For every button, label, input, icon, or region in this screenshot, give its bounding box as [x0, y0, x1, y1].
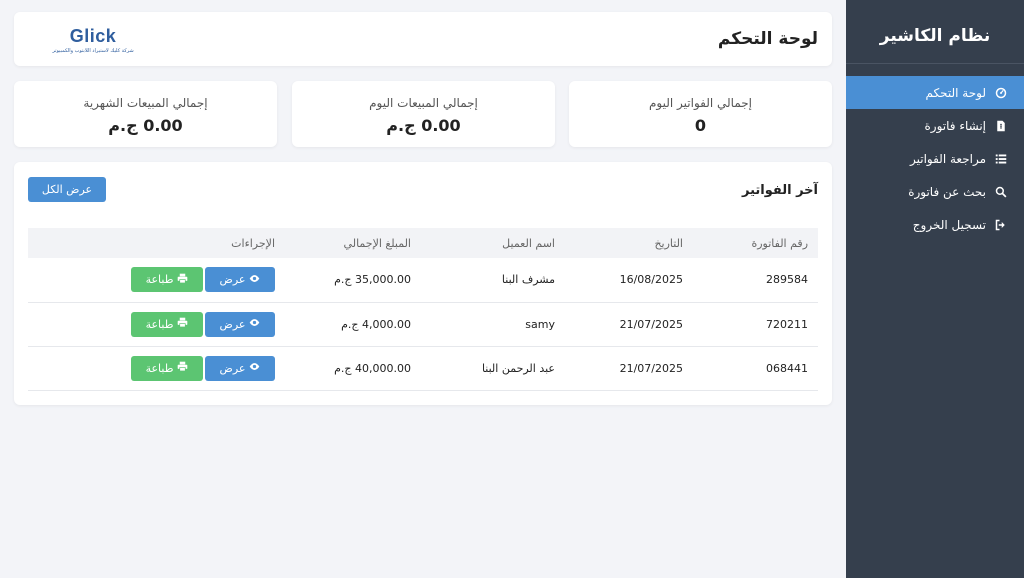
print-icon	[173, 273, 188, 287]
invoice-date: 21/07/2025	[619, 361, 683, 375]
print-icon	[173, 317, 188, 331]
sidebar-item-review-invoices[interactable]: مراجعة الفواتير	[846, 142, 1024, 175]
main-content: لوحة التحكم Glick شركة كليك لاستيراد الل…	[14, 12, 832, 405]
sidebar-item-label: إنشاء فاتورة	[924, 118, 986, 133]
sidebar-item-label: بحث عن فاتورة	[908, 184, 986, 199]
company-logo: Glick شركة كليك لاستيراد اللابتوب والكمب…	[38, 26, 148, 54]
column-header-customer: اسم العميل	[502, 236, 555, 250]
invoice-date: 16/08/2025	[619, 273, 683, 287]
print-invoice-button[interactable]: طباعة	[131, 311, 203, 337]
view-label: عرض	[219, 361, 246, 375]
sidebar-item-label: تسجيل الخروج	[912, 217, 986, 232]
print-label: طباعة	[145, 273, 174, 287]
view-invoice-button[interactable]: عرض	[205, 267, 275, 293]
view-all-button[interactable]: عرض الكل	[28, 177, 106, 202]
invoice-customer: مشرف البنا	[501, 273, 555, 287]
eye-icon	[245, 361, 260, 375]
sidebar-item-search-invoice[interactable]: بحث عن فاتورة	[846, 175, 1024, 208]
app-title: نظام الكاشير	[846, 0, 1024, 64]
sidebar-item-label: مراجعة الفواتير	[909, 151, 986, 166]
sidebar-item-logout[interactable]: تسجيل الخروج	[846, 208, 1024, 241]
view-invoice-button[interactable]: عرض	[205, 355, 275, 381]
view-label: عرض	[219, 273, 246, 287]
sidebar-item-label: لوحة التحكم	[925, 85, 987, 100]
stat-value: 0.00 ج.م	[386, 116, 461, 135]
recent-invoices-card: آخر الفواتير عرض الكل رقم الفاتورة التار…	[14, 162, 832, 405]
stat-card-today-invoices: إجمالي الفواتير اليوم 0	[569, 81, 832, 147]
sign-out-icon	[994, 219, 1008, 231]
stat-label: إجمالي المبيعات الشهرية	[83, 96, 208, 110]
page-header: لوحة التحكم Glick شركة كليك لاستيراد الل…	[14, 12, 832, 66]
print-invoice-button[interactable]: طباعة	[131, 355, 203, 381]
logo-tagline: شركة كليك لاستيراد اللابتوب والكمبيوتر	[52, 48, 134, 54]
sidebar-item-create-invoice[interactable]: إنشاء فاتورة	[846, 109, 1024, 142]
invoice-amount: 35,000.00 ج.م	[334, 273, 411, 287]
invoice-amount: 4,000.00 ج.م	[341, 317, 411, 331]
invoice-number: 068441	[766, 361, 808, 375]
view-invoice-button[interactable]: عرض	[205, 311, 275, 337]
invoice-number: 289584	[766, 273, 808, 287]
invoice-amount: 40,000.00 ج.م	[334, 361, 411, 375]
list-icon	[994, 153, 1008, 165]
column-header-date: التاريخ	[654, 236, 683, 250]
print-icon	[173, 361, 188, 375]
invoice-actions: عرض طباعة	[28, 346, 285, 390]
column-header-number: رقم الفاتورة	[751, 236, 808, 250]
search-icon	[994, 186, 1008, 198]
invoice-actions: عرض طباعة	[28, 258, 285, 302]
view-label: عرض	[219, 317, 246, 331]
invoice-customer: عبد الرحمن البنا	[481, 361, 555, 375]
invoice-customer: samy	[525, 317, 555, 331]
column-header-actions: الإجراءات	[231, 236, 275, 250]
table-row: 289584 16/08/2025 مشرف البنا 35,000.00 ج…	[28, 258, 818, 302]
stat-card-today-sales: إجمالي المبيعات اليوم 0.00 ج.م	[292, 81, 555, 147]
logo-text: Glick	[69, 26, 117, 46]
stat-label: إجمالي المبيعات اليوم	[369, 96, 478, 110]
print-label: طباعة	[145, 361, 174, 375]
print-invoice-button[interactable]: طباعة	[131, 267, 203, 293]
print-label: طباعة	[145, 317, 174, 331]
stat-value: 0	[694, 116, 707, 135]
stat-card-monthly-sales: إجمالي المبيعات الشهرية 0.00 ج.م	[14, 81, 277, 147]
sidebar: نظام الكاشير لوحة التحكم إنشاء فاتورة مر…	[846, 0, 1024, 578]
stats-row: إجمالي الفواتير اليوم 0 إجمالي المبيعات …	[14, 81, 832, 147]
table-row: 068441 21/07/2025 عبد الرحمن البنا 40,00…	[28, 346, 818, 390]
sidebar-nav: لوحة التحكم إنشاء فاتورة مراجعة الفواتير…	[846, 76, 1024, 241]
invoice-date: 21/07/2025	[619, 317, 683, 331]
column-header-amount: المبلغ الإجمالي	[343, 236, 411, 250]
file-invoice-icon	[994, 120, 1008, 132]
eye-icon	[245, 273, 260, 287]
stat-label: إجمالي الفواتير اليوم	[648, 96, 753, 110]
sidebar-item-dashboard[interactable]: لوحة التحكم	[846, 76, 1024, 109]
gauge-icon	[994, 87, 1008, 99]
table-header-row: رقم الفاتورة التاريخ اسم العميل المبلغ ا…	[28, 228, 818, 258]
stat-value: 0.00 ج.م	[108, 116, 183, 135]
table-row: 720211 21/07/2025 samy 4,000.00 ج.م عرض …	[28, 302, 818, 346]
invoices-table: رقم الفاتورة التاريخ اسم العميل المبلغ ا…	[28, 228, 818, 391]
page-title: لوحة التحكم	[717, 29, 818, 49]
eye-icon	[245, 317, 260, 331]
invoice-number: 720211	[766, 317, 808, 331]
recent-invoices-title: آخر الفواتير	[741, 183, 818, 198]
invoice-actions: عرض طباعة	[28, 302, 285, 346]
